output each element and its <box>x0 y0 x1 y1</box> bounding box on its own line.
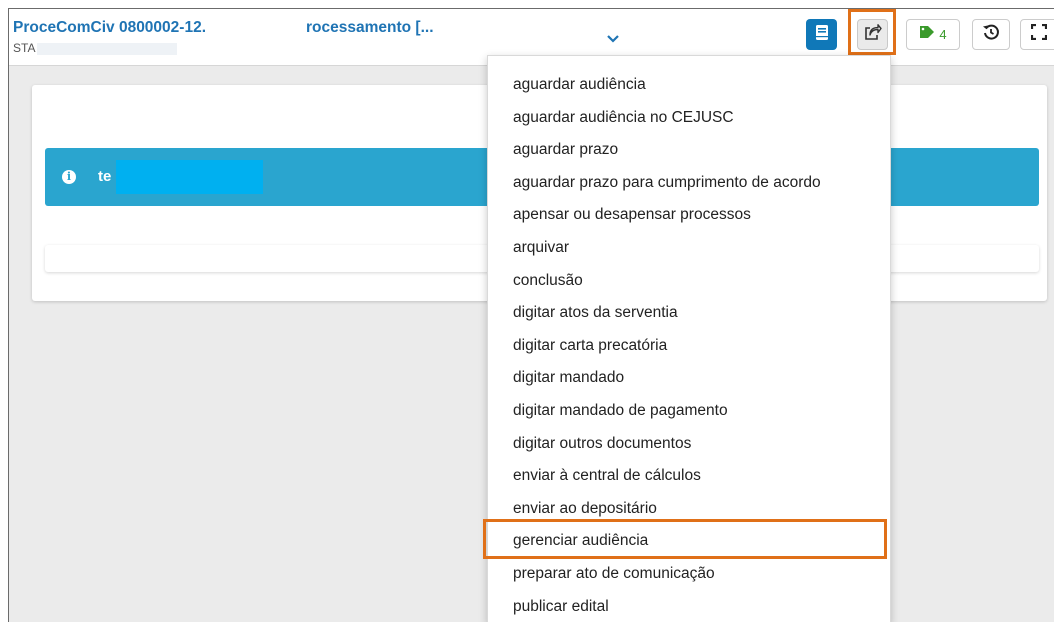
process-title-end: rocessamento [... <box>306 19 434 36</box>
menu-item[interactable]: publicar edital <box>488 591 890 622</box>
tags-button[interactable]: 4 <box>906 19 960 50</box>
history-button[interactable] <box>972 19 1010 50</box>
menu-item-highlight <box>483 519 887 559</box>
info-icon: i <box>62 170 76 184</box>
chevron-down-icon[interactable] <box>606 32 620 46</box>
move-task-button[interactable] <box>857 19 888 50</box>
menu-item[interactable]: aguardar prazo <box>488 134 890 166</box>
share-icon <box>864 23 882 46</box>
fullscreen-button[interactable] <box>1020 19 1054 50</box>
menu-item[interactable]: digitar outros documentos <box>488 428 890 460</box>
process-title-start: ProceComCiv 0800002-12. <box>13 19 207 36</box>
process-subtitle: STA <box>13 41 178 55</box>
redacted-area <box>206 22 306 34</box>
tag-icon <box>919 25 935 44</box>
menu-item[interactable]: digitar mandado de pagamento <box>488 395 890 427</box>
menu-item[interactable]: aguardar prazo para cumprimento de acord… <box>488 167 890 199</box>
redacted-area <box>37 42 178 55</box>
menu-item[interactable]: apensar ou desapensar processos <box>488 199 890 231</box>
history-icon <box>982 23 1000 46</box>
menu-item[interactable]: preparar ato de comunicação <box>488 558 890 590</box>
menu-item[interactable]: conclusão <box>488 265 890 297</box>
menu-item[interactable]: arquivar <box>488 232 890 264</box>
autos-button[interactable] <box>806 19 837 50</box>
menu-item[interactable]: digitar carta precatória <box>488 330 890 362</box>
menu-item[interactable]: enviar à central de cálculos <box>488 460 890 492</box>
menu-item[interactable]: digitar mandado <box>488 362 890 394</box>
expand-icon <box>1030 23 1048 45</box>
subtitle-text: STA <box>13 41 36 55</box>
tag-count: 4 <box>939 27 947 42</box>
menu-item[interactable]: digitar atos da serventia <box>488 297 890 329</box>
menu-item[interactable]: aguardar audiência <box>488 69 890 101</box>
redacted-area <box>116 160 263 194</box>
menu-item[interactable]: aguardar audiência no CEJUSC <box>488 102 890 134</box>
process-title[interactable]: ProceComCiv 0800002-12. rocessamento [... <box>13 19 434 37</box>
book-icon <box>815 24 829 46</box>
alert-text: te <box>98 168 112 185</box>
app-frame: ProceComCiv 0800002-12. rocessamento [...… <box>8 8 1054 622</box>
